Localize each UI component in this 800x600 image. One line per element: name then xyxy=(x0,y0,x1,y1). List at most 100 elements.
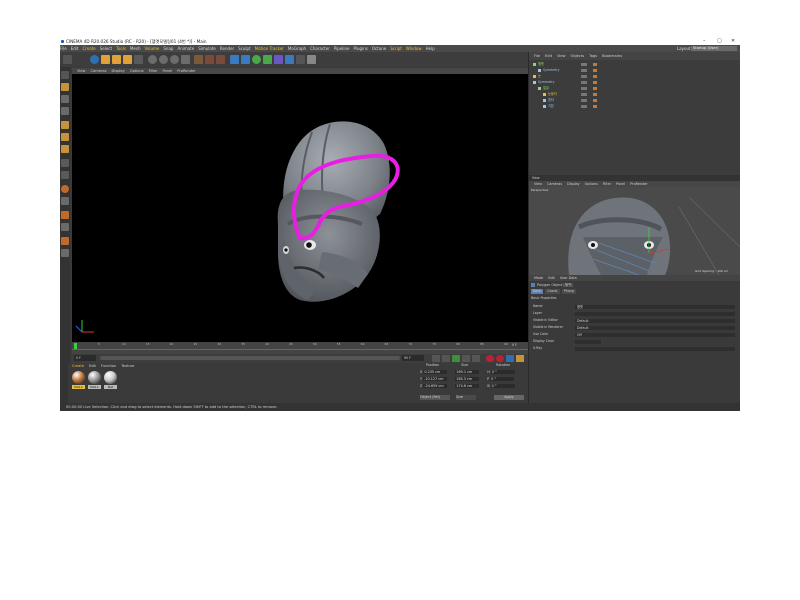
menu-14[interactable]: Character xyxy=(310,46,330,51)
tag-icon[interactable] xyxy=(593,99,597,102)
recent-tool-icon[interactable] xyxy=(134,55,143,64)
tag-icon[interactable] xyxy=(593,75,597,78)
menu-16[interactable]: Plugins xyxy=(354,46,368,51)
sculpt-icon[interactable] xyxy=(61,237,69,245)
material-menu-item[interactable]: Edit xyxy=(89,364,96,368)
menu-11[interactable]: Sculpt xyxy=(238,46,251,51)
attribute-menu-item[interactable]: Mode xyxy=(534,276,543,280)
viewport-menu-item[interactable]: View xyxy=(77,69,86,73)
render-settings-icon[interactable] xyxy=(216,55,225,64)
rotation-field[interactable]: 0 ° xyxy=(490,377,515,381)
visibility-dots-icon[interactable] xyxy=(581,99,587,102)
view-panel-menu-item[interactable]: Panel xyxy=(616,182,625,186)
floor-icon[interactable] xyxy=(285,55,294,64)
menu-8[interactable]: Animate xyxy=(177,46,194,51)
live-selection-icon[interactable] xyxy=(90,55,99,64)
edges-mode-icon[interactable] xyxy=(61,133,69,141)
apply-button[interactable]: Apply xyxy=(494,395,524,400)
tweak-mode-icon[interactable] xyxy=(61,171,69,179)
object-row[interactable]: Symmetry xyxy=(533,80,597,85)
play-icon[interactable] xyxy=(452,355,460,362)
move-icon[interactable] xyxy=(101,55,110,64)
points-mode-icon[interactable] xyxy=(61,121,69,129)
y-axis-icon[interactable] xyxy=(159,55,168,64)
tag-icon[interactable] xyxy=(593,105,597,108)
view-panel-menu-item[interactable]: Display xyxy=(567,182,580,186)
object-row[interactable]: 기본 xyxy=(543,104,597,109)
viewport-menu-item[interactable]: Options xyxy=(130,69,144,73)
attribute-tab[interactable]: Phong xyxy=(561,289,576,294)
rotation-field[interactable]: 0 ° xyxy=(490,384,515,388)
menu-3[interactable]: Select xyxy=(100,46,112,51)
pen-icon[interactable] xyxy=(241,55,250,64)
object-menu-item[interactable]: Tags xyxy=(589,54,597,58)
camera-icon[interactable] xyxy=(296,55,305,64)
perspective-viewport[interactable] xyxy=(72,74,528,342)
attribute-field[interactable]: Off xyxy=(575,332,735,337)
array-icon[interactable] xyxy=(263,55,272,64)
object-menu-item[interactable]: View xyxy=(557,54,566,58)
viewport-menu-item[interactable]: Filter xyxy=(149,69,158,73)
lock-workplane-icon[interactable] xyxy=(61,211,69,219)
menu-15[interactable]: Pipeline xyxy=(334,46,350,51)
position-field[interactable]: 0.235 cm xyxy=(423,370,448,374)
attribute-field[interactable]: Default xyxy=(575,325,735,330)
object-menu-item[interactable]: Objects xyxy=(571,54,585,58)
light-icon[interactable] xyxy=(307,55,316,64)
visibility-dots-icon[interactable] xyxy=(581,93,587,96)
previous-frame-icon[interactable] xyxy=(442,355,450,362)
close-button[interactable]: ✕ xyxy=(731,38,735,45)
visibility-dots-icon[interactable] xyxy=(581,81,587,84)
autokey-icon[interactable] xyxy=(496,355,504,362)
size-field[interactable]: 174.6 cm xyxy=(455,384,480,388)
attribute-field[interactable] xyxy=(575,311,735,316)
go-to-end-icon[interactable] xyxy=(472,355,480,362)
keyframe-mode-icon[interactable] xyxy=(516,355,524,362)
snap-icon[interactable] xyxy=(61,185,69,193)
layout-select[interactable]: Startup (User) xyxy=(691,46,737,51)
object-row[interactable]: 눈동자 xyxy=(543,92,597,97)
checker-icon[interactable] xyxy=(61,249,69,257)
visibility-dots-icon[interactable] xyxy=(581,75,587,78)
cube-icon[interactable] xyxy=(230,55,239,64)
start-frame-field[interactable]: 0 F xyxy=(74,355,96,361)
viewport-menu-item[interactable]: Cameras xyxy=(91,69,107,73)
menu-0[interactable]: File xyxy=(60,46,67,51)
object-row[interactable]: 눈 xyxy=(533,74,597,79)
object-row[interactable]: 흰자 xyxy=(543,98,597,103)
attribute-field[interactable] xyxy=(575,346,735,351)
render-view-icon[interactable] xyxy=(194,55,203,64)
grid-icon[interactable] xyxy=(61,223,69,231)
menu-2[interactable]: Create xyxy=(82,46,95,51)
menu-10[interactable]: Render xyxy=(220,46,234,51)
attribute-tab[interactable]: Coord. xyxy=(545,289,560,294)
menu-13[interactable]: MoGraph xyxy=(288,46,306,51)
view-panel-menu-item[interactable]: Options xyxy=(585,182,598,186)
go-to-start-icon[interactable] xyxy=(432,355,440,362)
object-row[interactable]: 얼굴 xyxy=(538,86,597,91)
material-menu-item[interactable]: Texture xyxy=(121,364,134,368)
position-field[interactable]: -24.659 cm xyxy=(423,384,448,388)
object-menu-item[interactable]: Bookmarks xyxy=(602,54,622,58)
material-swatch[interactable]: Mat.2 xyxy=(72,371,85,389)
material-swatch[interactable]: Mat xyxy=(104,371,117,389)
menu-17[interactable]: Octane xyxy=(372,46,386,51)
deformer-icon[interactable] xyxy=(274,55,283,64)
minimize-button[interactable]: – xyxy=(703,38,706,45)
visibility-dots-icon[interactable] xyxy=(581,105,587,108)
position-field[interactable]: -10.127 cm xyxy=(423,377,448,381)
viewport-menu-item[interactable]: ProRender xyxy=(177,69,196,73)
tag-icon[interactable] xyxy=(593,69,597,72)
object-row[interactable]: 헬멧 xyxy=(533,62,597,67)
axis-mode-icon[interactable] xyxy=(61,159,69,167)
record-icon[interactable] xyxy=(486,355,494,362)
material-menu-item[interactable]: Function xyxy=(101,364,116,368)
menu-5[interactable]: Mesh xyxy=(130,46,141,51)
view-panel-viewport[interactable]: Perspective Grid Spacing : 100 cm xyxy=(529,187,740,275)
visibility-dots-icon[interactable] xyxy=(581,63,587,66)
scale-icon[interactable] xyxy=(112,55,121,64)
frame-range-slider[interactable] xyxy=(100,356,400,360)
attribute-tab[interactable]: Basic xyxy=(531,289,544,294)
coordinate-mode-select[interactable]: Object (Rel) xyxy=(420,395,450,400)
undo-icon[interactable] xyxy=(63,55,72,64)
